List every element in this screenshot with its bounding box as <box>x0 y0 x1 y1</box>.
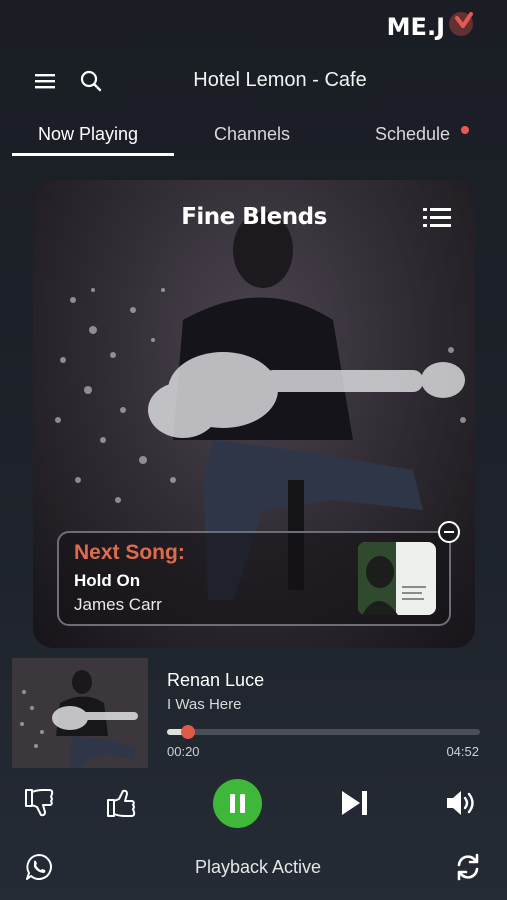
now-playing-album-art <box>12 658 148 768</box>
progress-knob[interactable] <box>181 725 196 739</box>
total-duration: 04:52 <box>446 744 479 759</box>
channel-name: Fine Blends <box>181 204 327 230</box>
schedule-notification-dot <box>461 126 469 134</box>
search-icon[interactable] <box>79 69 103 93</box>
next-song-artist: James Carr <box>74 595 162 614</box>
next-song-album-art <box>358 542 436 615</box>
location-heart-icon <box>449 12 473 36</box>
next-song-title: Hold On <box>74 571 141 590</box>
app-logo: ME.J <box>387 12 477 42</box>
now-playing-song: I Was Here <box>167 696 242 713</box>
menu-icon[interactable] <box>34 70 56 92</box>
elapsed-time: 00:20 <box>167 744 200 759</box>
logo-text: ME.J <box>386 13 445 41</box>
whatsapp-icon[interactable] <box>25 853 53 881</box>
tab-bar: Now Playing Channels Schedule <box>0 118 507 158</box>
tab-schedule[interactable]: Schedule <box>375 124 450 145</box>
volume-icon[interactable] <box>445 789 477 817</box>
thumbs-down-icon[interactable] <box>23 788 55 818</box>
skip-next-icon[interactable] <box>340 790 370 816</box>
next-song-label: Next Song: <box>74 541 185 564</box>
pause-button[interactable] <box>213 779 262 828</box>
channel-card[interactable]: Fine Blends Next Song: Hold On James Car… <box>33 180 475 648</box>
next-song-panel: Next Song: Hold On James Carr <box>57 531 451 626</box>
playlist-icon[interactable] <box>423 206 451 230</box>
playback-status: Playback Active <box>194 857 322 877</box>
thumbs-up-icon[interactable] <box>105 788 137 818</box>
collapse-next-song-button[interactable] <box>438 521 460 543</box>
top-bar: Hotel Lemon - Cafe <box>0 64 507 100</box>
refresh-icon[interactable] <box>454 853 482 881</box>
now-playing-artist: Renan Luce <box>167 670 265 690</box>
pause-icon <box>230 794 245 813</box>
playback-progress-bar[interactable] <box>167 725 480 739</box>
active-tab-indicator <box>12 153 174 156</box>
venue-title: Hotel Lemon - Cafe <box>193 69 367 91</box>
tab-channels[interactable]: Channels <box>214 124 290 145</box>
tab-now-playing[interactable]: Now Playing <box>38 124 138 145</box>
